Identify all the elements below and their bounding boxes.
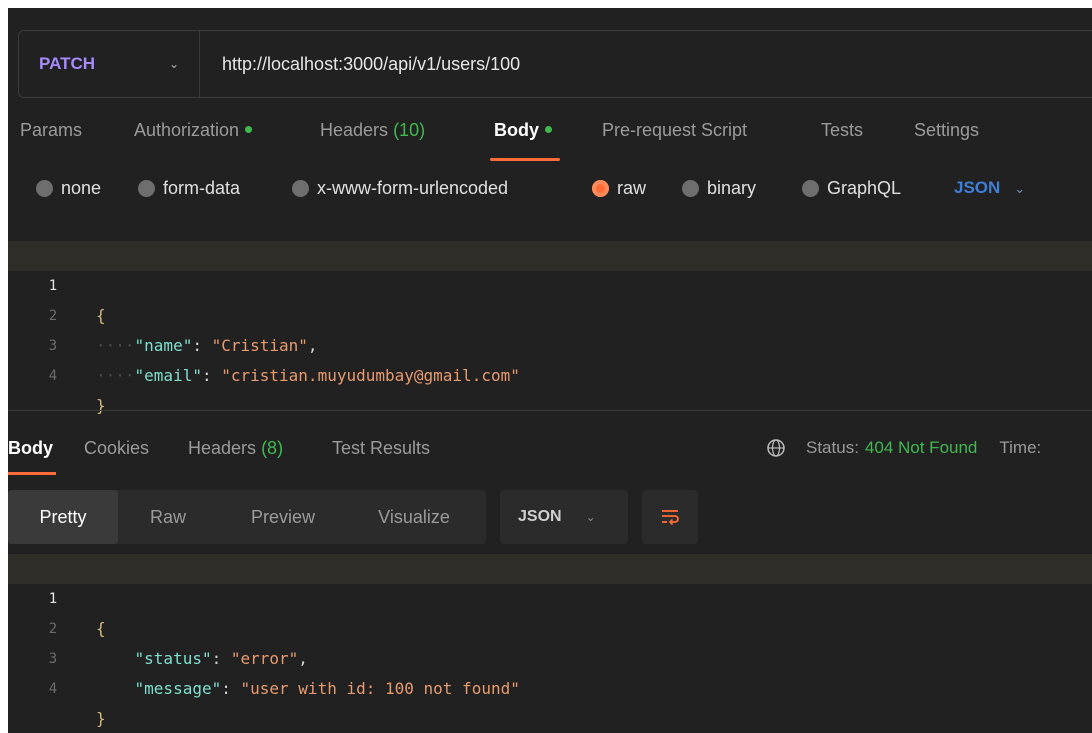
pane-divider[interactable] — [8, 410, 1092, 411]
status-code[interactable]: 404 Not Found — [865, 438, 977, 458]
active-dot — [545, 125, 552, 133]
response-format-select[interactable]: JSON ⌄ — [500, 490, 628, 544]
radio-graphql[interactable]: GraphQL — [802, 178, 901, 199]
radio-circle — [682, 180, 699, 197]
url-bar: PATCH ⌄ http://localhost:3000/api/v1/use… — [18, 30, 1092, 98]
tab-params[interactable]: Params — [20, 120, 82, 141]
tab-headers-label: Headers — [320, 120, 389, 140]
radio-graphql-label: GraphQL — [827, 178, 902, 198]
tab-settings-label: Settings — [914, 120, 980, 140]
view-preview[interactable]: Preview — [218, 490, 348, 544]
radio-none-label: none — [61, 178, 102, 198]
radio-raw[interactable]: raw — [592, 178, 646, 199]
globe-icon[interactable] — [766, 438, 786, 458]
request-body-editor[interactable]: 1 { 2 ····"name": "Cristian", 3 ····"ema… — [8, 241, 1092, 415]
close-brace: } — [96, 709, 106, 728]
radio-x-www-form-urlencoded[interactable]: x-www-form-urlencoded — [292, 178, 508, 199]
tab-tests[interactable]: Tests — [821, 120, 863, 141]
radio-raw-label: raw — [617, 178, 647, 198]
resp-tab-test-results[interactable]: Test Results — [332, 438, 430, 459]
resp-tab-headers[interactable]: Headers (8) — [188, 438, 283, 459]
json-value: "user with id: 100 not found" — [240, 679, 520, 698]
code-line: 2 ····"name": "Cristian", — [8, 271, 1092, 355]
code-line: 1 { — [8, 554, 1092, 638]
resp-tab-cookies-label: Cookies — [84, 438, 150, 458]
tab-params-label: Params — [20, 120, 83, 140]
resp-tab-test-results-label: Test Results — [332, 438, 431, 458]
active-tab-underline — [490, 158, 560, 161]
indent-guide: ···· — [96, 366, 135, 385]
code-line: 4 } — [8, 331, 1092, 415]
view-raw[interactable]: Raw — [118, 490, 218, 544]
close-brace: } — [96, 396, 106, 415]
body-format-label: JSON — [954, 178, 1001, 197]
resp-tab-headers-label: Headers — [188, 438, 257, 458]
active-tab-underline — [8, 472, 56, 475]
json-key: "email" — [134, 366, 202, 385]
method-select[interactable]: PATCH ⌄ — [19, 31, 199, 97]
tab-pre-request-script[interactable]: Pre-request Script — [602, 120, 747, 141]
chevron-down-icon: ⌄ — [169, 57, 180, 71]
json-key: "message" — [134, 679, 222, 698]
json-value: "cristian.muyudumbay@gmail.com" — [221, 366, 520, 385]
code-line: 4 } — [8, 644, 1092, 728]
chevron-down-icon: ⌄ — [585, 510, 596, 524]
status-label: Status: — [806, 438, 859, 457]
tab-authorization[interactable]: Authorization — [134, 120, 253, 141]
resp-headers-count: (8) — [261, 438, 284, 458]
tab-headers[interactable]: Headers (10) — [320, 120, 425, 141]
tab-tests-label: Tests — [821, 120, 864, 140]
time-label: Time: — [999, 438, 1042, 457]
radio-binary[interactable]: binary — [682, 178, 756, 199]
radio-circle-selected — [592, 180, 609, 197]
code-line: 3 "message": "user with id: 100 not foun… — [8, 614, 1092, 698]
tab-body-label: Body — [494, 120, 539, 140]
radio-circle — [36, 180, 53, 197]
response-status: Status: 404 Not Found Time: — [766, 438, 1041, 458]
tab-settings[interactable]: Settings — [914, 120, 979, 141]
url-input[interactable]: http://localhost:3000/api/v1/users/100 — [200, 54, 520, 75]
line-number: 4 — [48, 681, 58, 697]
resp-tab-body[interactable]: Body — [8, 438, 53, 459]
response-view-modes: Pretty Raw Preview Visualize — [8, 490, 486, 544]
wrap-lines-icon — [662, 510, 679, 526]
view-visualize[interactable]: Visualize — [348, 490, 480, 544]
code-line: 1 { — [8, 241, 1092, 325]
resp-tab-cookies[interactable]: Cookies — [84, 438, 149, 459]
radio-none[interactable]: none — [36, 178, 101, 199]
headers-count: (10) — [393, 120, 426, 140]
response-format-label: JSON — [518, 508, 562, 525]
active-dot — [245, 125, 253, 133]
resp-tab-body-label: Body — [8, 438, 53, 458]
radio-circle — [138, 180, 155, 197]
response-body-viewer[interactable]: 1 { 2 "status": "error", 3 "message": "u… — [8, 554, 1092, 728]
body-format-select[interactable]: JSON ⌄ — [954, 178, 1025, 198]
tab-authorization-label: Authorization — [134, 120, 240, 140]
radio-form-data[interactable]: form-data — [138, 178, 240, 199]
radio-circle — [292, 180, 309, 197]
tab-pre-request-label: Pre-request Script — [602, 120, 748, 140]
line-number: 4 — [48, 368, 58, 384]
postman-window: PATCH ⌄ http://localhost:3000/api/v1/use… — [8, 8, 1092, 733]
wrap-lines-button[interactable] — [642, 490, 698, 544]
radio-binary-label: binary — [707, 178, 757, 198]
view-pretty[interactable]: Pretty — [8, 490, 118, 544]
radio-circle — [802, 180, 819, 197]
radio-urlencoded-label: x-www-form-urlencoded — [317, 178, 509, 198]
chevron-down-icon: ⌄ — [1014, 181, 1026, 196]
code-line: 3 ····"email": "cristian.muyudumbay@gmai… — [8, 301, 1092, 385]
tab-body[interactable]: Body — [494, 120, 552, 141]
radio-form-data-label: form-data — [163, 178, 241, 198]
method-label: PATCH — [39, 54, 96, 73]
code-line: 2 "status": "error", — [8, 584, 1092, 668]
